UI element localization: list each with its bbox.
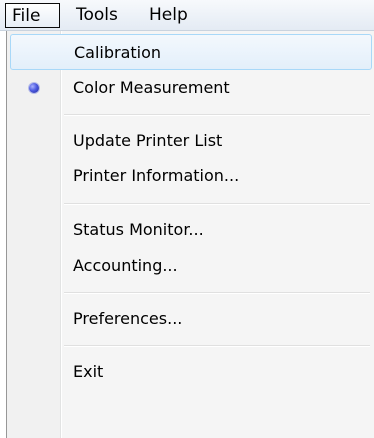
menu-item-label: Printer Information...: [73, 166, 240, 185]
menu-separator: [64, 203, 370, 205]
application-window: File Tools Help Calibration Color Measur…: [0, 0, 374, 438]
menu-item-label: Status Monitor...: [73, 220, 204, 239]
menu-item-calibration[interactable]: Calibration: [10, 34, 372, 70]
menu-item-exit[interactable]: Exit: [7, 354, 374, 390]
menu-item-label: Exit: [73, 362, 104, 381]
menu-item-label: Preferences...: [73, 309, 183, 328]
menu-item-label: Update Printer List: [73, 131, 223, 150]
menu-item-status-monitor[interactable]: Status Monitor...: [7, 212, 374, 248]
file-dropdown-menu: Calibration Color Measurement Update Pri…: [6, 31, 374, 438]
menu-file[interactable]: File: [5, 3, 60, 28]
menu-item-update-printer-list[interactable]: Update Printer List: [7, 123, 374, 159]
menu-item-color-measurement[interactable]: Color Measurement: [7, 70, 374, 106]
menu-tools[interactable]: Tools: [70, 3, 124, 28]
menu-item-label: Accounting...: [73, 256, 178, 275]
menu-separator: [64, 345, 370, 347]
menu-item-preferences[interactable]: Preferences...: [7, 301, 374, 337]
menu-separator: [64, 292, 370, 294]
menu-item-accounting[interactable]: Accounting...: [7, 248, 374, 284]
menu-item-label: Color Measurement: [73, 78, 230, 97]
menu-item-label: Calibration: [74, 43, 162, 62]
menu-item-printer-information[interactable]: Printer Information...: [7, 158, 374, 194]
menu-bar: File Tools Help: [0, 0, 374, 31]
radio-bullet-icon: [29, 83, 39, 93]
menu-help[interactable]: Help: [143, 3, 194, 28]
menu-separator: [64, 114, 370, 116]
